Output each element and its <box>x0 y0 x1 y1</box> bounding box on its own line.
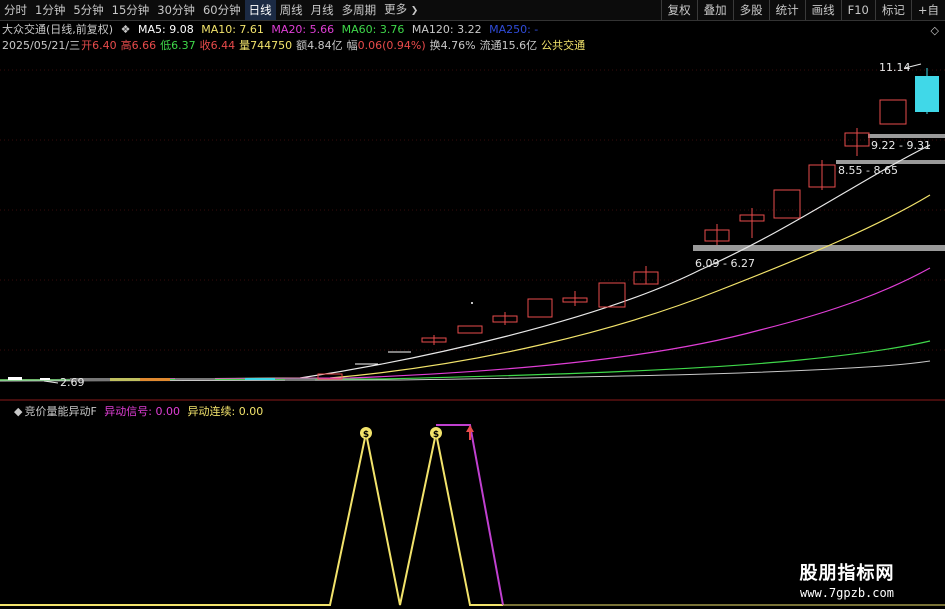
signal-label: 异动信号: <box>104 405 153 418</box>
candle <box>175 378 215 380</box>
zone-band-high <box>868 134 945 138</box>
candle <box>598 282 626 308</box>
streak-item: 异动连续: 0.00 <box>188 405 264 418</box>
indicator-purple-line <box>436 424 504 606</box>
indicator-legend: ◆ 竞价量能异动F 异动信号: 0.00 异动连续: 0.00 <box>14 403 263 419</box>
candles-up <box>317 99 907 380</box>
kline-chart: 11.14 2.69 9.22 - 9.31 8.55 - 8.65 6.09 … <box>0 61 945 606</box>
candle <box>40 378 50 380</box>
zone-mid-label: 8.55 - 8.65 <box>838 164 898 177</box>
streak-value: 0.00 <box>238 405 264 418</box>
candle <box>140 378 170 381</box>
indicator-yellow-line <box>0 432 503 606</box>
zone-low-label: 6.09 - 6.27 <box>695 257 755 270</box>
signal-value: 0.00 <box>155 405 181 418</box>
streak-label: 异动连续: <box>187 405 236 418</box>
watermark-title: 股朋指标网 <box>799 563 895 584</box>
price-grid <box>0 69 945 351</box>
ma10-line <box>0 194 931 381</box>
watermark-url: www.7gpzb.com <box>800 586 894 600</box>
zone-high-label: 9.22 - 9.31 <box>871 139 931 152</box>
candle <box>285 379 315 381</box>
candle <box>527 298 553 318</box>
indicator-name[interactable]: 竞价量能异动F <box>24 405 96 418</box>
signal-marker-1-glyph: $ <box>363 430 369 440</box>
candle <box>245 378 275 380</box>
watermark: 股朋指标网 www.7gpzb.com <box>757 563 937 605</box>
dot-marker <box>471 302 473 304</box>
signal-marker-2-glyph: $ <box>433 430 439 440</box>
candle <box>773 189 801 219</box>
candle <box>879 99 907 125</box>
ma20-line <box>0 267 931 381</box>
indicator-settings-icon[interactable]: ◆ <box>14 405 22 418</box>
candle-last <box>915 76 939 112</box>
candle <box>110 378 140 381</box>
signal-item: 异动信号: 0.00 <box>104 405 180 418</box>
candle <box>8 377 22 380</box>
ma5-line <box>0 144 931 381</box>
candle <box>457 325 483 334</box>
min-price-label: 2.69 <box>60 376 85 389</box>
